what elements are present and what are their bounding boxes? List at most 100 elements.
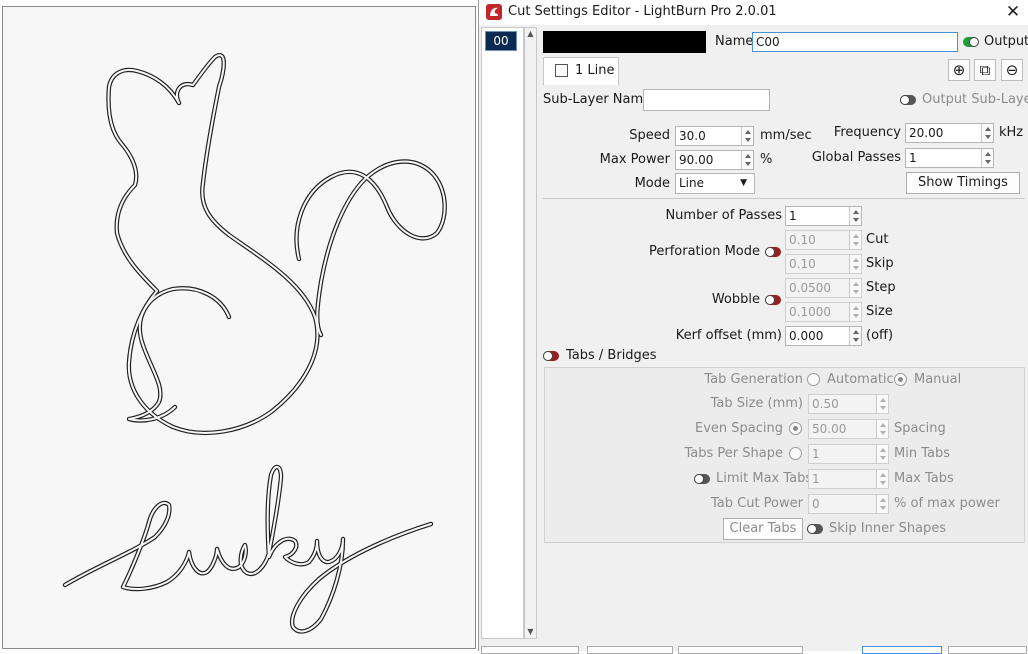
max-tabs-spinner[interactable] — [876, 470, 888, 488]
name-label: Name — [715, 34, 754, 49]
global-passes-label: Global Passes — [811, 150, 901, 165]
even-spacing-spinner[interactable] — [876, 420, 888, 438]
sublayer-name-label: Sub-Layer Name — [543, 92, 652, 107]
global-passes-spinner[interactable] — [981, 149, 993, 167]
automatic-radio[interactable] — [807, 373, 820, 386]
perf-skip-input[interactable]: 0.10 — [785, 254, 862, 274]
plus-circle-icon: ⊕ — [952, 61, 966, 79]
perf-skip-unit: Skip — [866, 256, 894, 271]
wobble-toggle[interactable] — [765, 295, 781, 305]
tabs-per-shape-radio[interactable] — [789, 447, 802, 460]
perf-cut-spinner[interactable] — [849, 231, 861, 249]
max-tabs-input[interactable]: 1 — [808, 469, 889, 489]
limit-max-tabs-toggle[interactable] — [694, 474, 710, 484]
output-sublayer-toggle[interactable] — [900, 95, 916, 105]
scroll-down-arrow-icon[interactable]: ▼ — [525, 626, 536, 638]
wobble-size-spinner[interactable] — [849, 303, 861, 321]
cut-power-unit: % of max power — [894, 496, 1000, 511]
close-button[interactable]: ✕ — [999, 1, 1027, 23]
cancel-button[interactable] — [948, 646, 1027, 654]
layer-item[interactable]: 00 — [485, 31, 517, 51]
tabs-bridges-toggle[interactable] — [543, 351, 559, 361]
mode-value: Line — [679, 176, 705, 190]
ok-button[interactable] — [862, 646, 942, 654]
bottom-button[interactable] — [587, 646, 673, 654]
skip-inner-shapes-label: Skip Inner Shapes — [829, 521, 947, 536]
speed-input[interactable]: 30.0 — [675, 126, 754, 146]
copy-sublayer-button[interactable]: ⧉ — [974, 59, 996, 81]
tabs-per-shape-spinner[interactable] — [876, 445, 888, 463]
design-canvas[interactable] — [2, 6, 476, 649]
max-power-input[interactable]: 90.00 — [675, 150, 754, 170]
even-spacing-value: 50.00 — [812, 422, 847, 436]
frequency-spinner[interactable] — [981, 124, 993, 142]
tab-cut-power-spinner[interactable] — [876, 495, 888, 513]
automatic-label: Automatic — [827, 372, 894, 387]
wobble-label: Wobble — [711, 292, 760, 307]
max-power-spinner[interactable] — [741, 151, 753, 169]
even-spacing-radio[interactable] — [789, 422, 802, 435]
speed-label: Speed — [629, 128, 670, 143]
tab-cut-power-input[interactable]: 0 — [808, 494, 889, 514]
cat-lucky-artwork[interactable] — [3, 7, 475, 648]
kerf-unit: (off) — [866, 328, 894, 343]
tab-size-spinner[interactable] — [876, 395, 888, 413]
passes-spinner[interactable] — [849, 207, 861, 225]
name-input[interactable]: C00 — [752, 32, 958, 52]
sublayer-enable-checkbox[interactable] — [555, 64, 568, 77]
speed-unit: mm/sec — [760, 128, 812, 143]
layer-color-swatch[interactable] — [543, 31, 706, 53]
mode-select[interactable]: Line ▼ — [675, 173, 755, 194]
layer-list[interactable]: 00 — [481, 27, 524, 639]
perf-skip-spinner[interactable] — [849, 255, 861, 273]
wobble-step-spinner[interactable] — [849, 279, 861, 297]
wobble-size-input[interactable]: 0.1000 — [785, 302, 862, 322]
manual-radio[interactable] — [894, 373, 907, 386]
bottom-button[interactable] — [678, 646, 803, 654]
global-passes-input[interactable]: 1 — [905, 148, 994, 168]
output-toggle[interactable] — [963, 37, 979, 47]
kerf-spinner[interactable] — [849, 327, 861, 345]
sublayer-name-input[interactable] — [643, 89, 770, 111]
wobble-step-unit: Step — [866, 280, 896, 295]
chevron-down-icon: ▼ — [740, 178, 747, 188]
speed-spinner[interactable] — [741, 127, 753, 145]
add-sublayer-button[interactable]: ⊕ — [948, 59, 970, 81]
perforation-toggle[interactable] — [765, 247, 781, 257]
max-tabs-unit: Max Tabs — [894, 471, 954, 486]
show-timings-button[interactable]: Show Timings — [906, 172, 1020, 194]
layer-list-scrollbar[interactable]: ▲ ▼ — [524, 27, 537, 639]
tab-size-value: 0.50 — [812, 397, 839, 411]
min-tabs-unit: Min Tabs — [894, 446, 950, 461]
wobble-step-input[interactable]: 0.0500 — [785, 278, 862, 298]
wobble-size-unit: Size — [866, 304, 893, 319]
tab-size-input[interactable]: 0.50 — [808, 394, 889, 414]
even-spacing-label: Even Spacing — [695, 421, 783, 436]
max-power-unit: % — [760, 152, 773, 167]
perf-cut-input[interactable]: 0.10 — [785, 230, 862, 250]
frequency-unit: kHz — [999, 125, 1024, 140]
section-divider — [543, 198, 1025, 199]
tabs-bridges-group — [544, 367, 1025, 543]
cut-settings-dialog: Cut Settings Editor - LightBurn Pro 2.0.… — [478, 0, 1028, 654]
sublayer-tab-label: 1 Line — [575, 63, 615, 78]
frequency-input[interactable]: 20.00 — [905, 123, 994, 143]
sublayer-tab-1[interactable]: 1 Line — [543, 57, 619, 85]
output-label: Output — [984, 34, 1028, 49]
tabs-bridges-label: Tabs / Bridges — [566, 348, 657, 363]
max-power-label: Max Power — [599, 152, 670, 167]
passes-input[interactable]: 1 — [785, 206, 862, 226]
passes-value: 1 — [789, 209, 797, 223]
kerf-input[interactable]: 0.000 — [785, 326, 862, 346]
bottom-button[interactable] — [481, 646, 579, 654]
clear-tabs-button[interactable]: Clear Tabs — [723, 518, 803, 540]
remove-sublayer-button[interactable]: ⊖ — [1001, 59, 1023, 81]
skip-inner-shapes-toggle[interactable] — [807, 524, 823, 534]
perf-cut-unit: Cut — [866, 232, 889, 247]
kerf-label: Kerf offset (mm) — [675, 328, 782, 343]
passes-label: Number of Passes — [665, 208, 782, 223]
scroll-up-arrow-icon[interactable]: ▲ — [525, 28, 536, 40]
perf-skip-value: 0.10 — [789, 257, 816, 271]
even-spacing-input[interactable]: 50.00 — [808, 419, 889, 439]
tabs-per-shape-input[interactable]: 1 — [808, 444, 889, 464]
